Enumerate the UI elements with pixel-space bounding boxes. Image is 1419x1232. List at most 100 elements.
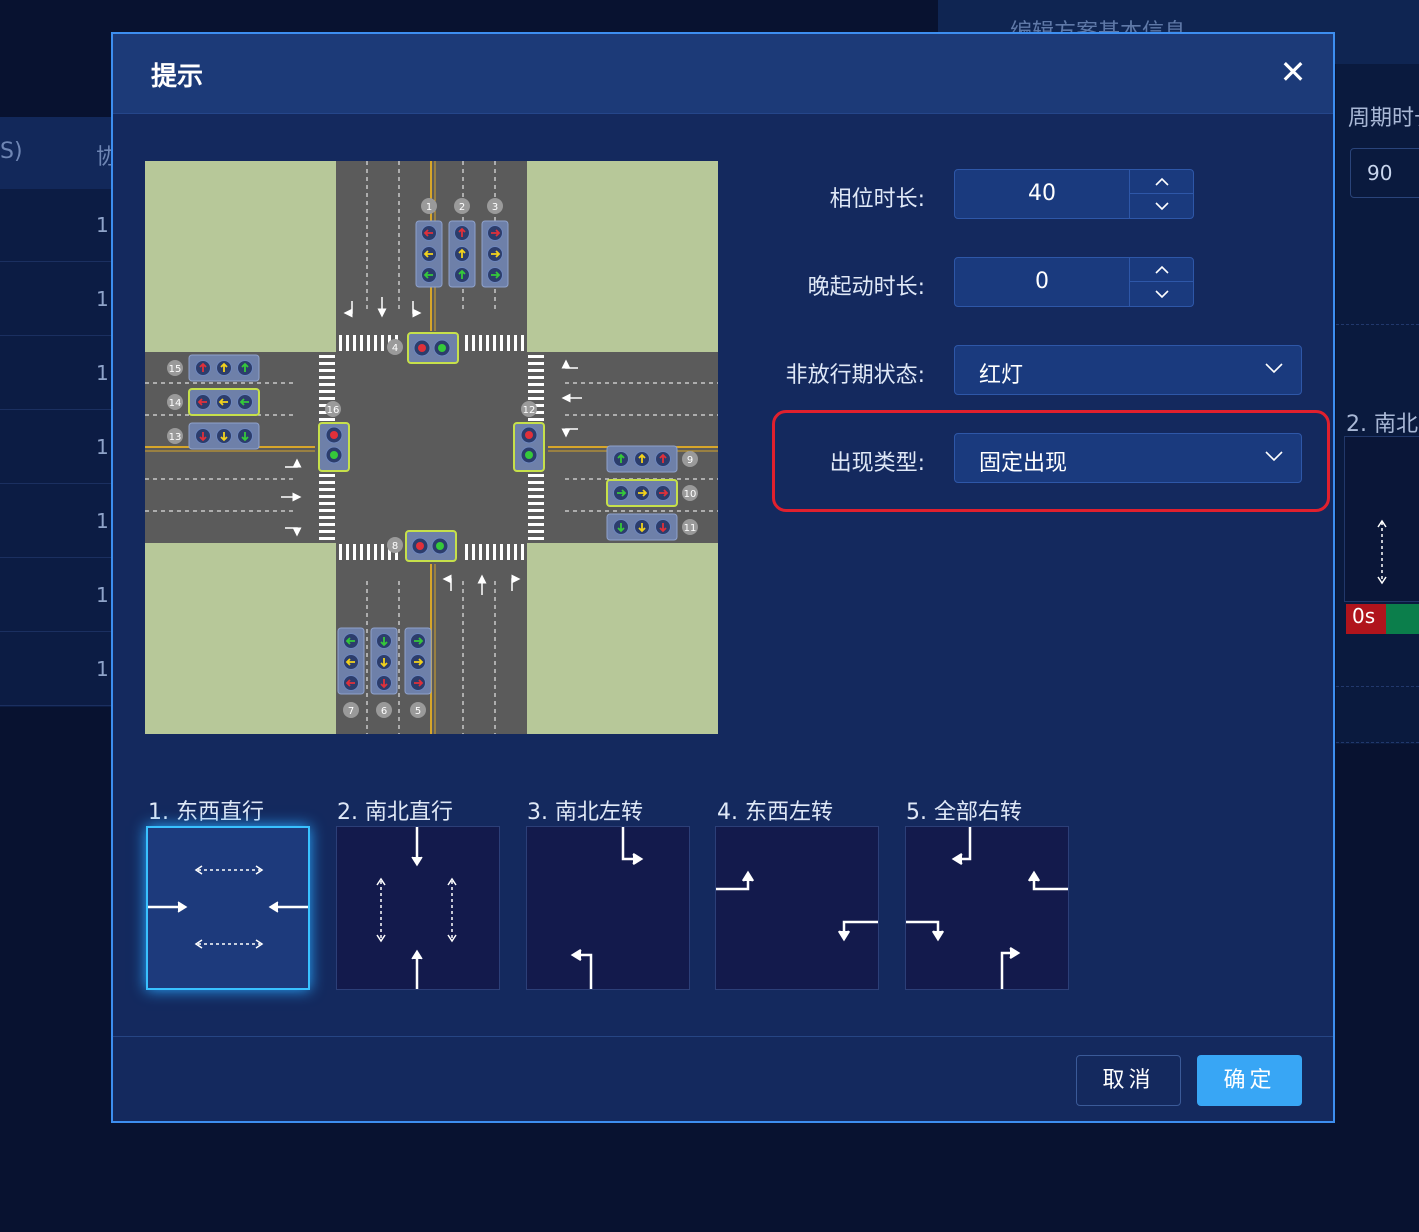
svg-text:16: 16 (327, 405, 340, 416)
phase-label-2: 2. 南北直行 (337, 800, 453, 825)
bidirectional-arrow-icon (1377, 519, 1387, 585)
signal-head (318, 422, 350, 472)
signal-head (407, 332, 459, 364)
signal-head (188, 388, 260, 416)
signal-number-badge: 7 (343, 702, 359, 718)
signal-number-badge: 6 (376, 702, 392, 718)
chevron-down-icon (1265, 363, 1283, 374)
dialog-title: 提示 (151, 62, 204, 92)
signal-number-badge: 10 (682, 485, 698, 501)
intersection-diagram: 1 2 3 7 6 5 15 14 13 9 10 11 4 8 16 12 (145, 161, 718, 734)
signal-number-badge: 3 (487, 198, 503, 214)
phase-label-1: 1. 东西直行 (148, 800, 264, 825)
phase-card-east-west-straight[interactable] (146, 826, 310, 990)
phase-duration-value[interactable]: 40 (955, 181, 1129, 206)
appearance-type-row: 出现类型: 固定出现 (753, 433, 1313, 485)
north-south-left-turn-arrows-icon (570, 827, 644, 989)
phase-time-badge: 0s (1346, 604, 1386, 634)
phase-duration-label: 相位时长: (829, 187, 925, 212)
stepper-buttons (1129, 258, 1194, 306)
signal-number-badge: 15 (167, 360, 183, 376)
signal-head (513, 422, 545, 472)
divider (1336, 686, 1419, 687)
table-row: 1 (0, 485, 112, 558)
phase-card-north-south-straight[interactable] (336, 826, 500, 990)
signal-number-badge: 13 (167, 428, 183, 444)
signal-number-badge: 4 (387, 339, 403, 355)
north-south-straight-arrows-icon (376, 827, 457, 989)
signal-number-badge: 9 (682, 451, 698, 467)
signal-head (606, 479, 678, 507)
chevron-up-icon[interactable] (1130, 258, 1194, 282)
table-row: 1 (0, 411, 112, 484)
non-release-state-select[interactable]: 红灯 (954, 345, 1302, 395)
svg-text:8: 8 (392, 541, 398, 552)
appearance-type-label: 出现类型: (829, 451, 925, 476)
grass-corner (527, 543, 718, 734)
intersection-canvas: 1 2 37 6 5151413910114816 12 (145, 161, 718, 734)
phase-label-4: 4. 东西左转 (717, 800, 833, 825)
cancel-button[interactable]: 取消 (1076, 1055, 1181, 1106)
chevron-down-icon[interactable] (1130, 194, 1194, 218)
svg-text:15: 15 (169, 364, 182, 375)
dialog-header: 提示 ✕ (113, 34, 1333, 114)
svg-text:3: 3 (492, 202, 498, 213)
confirm-button[interactable]: 确定 (1197, 1055, 1302, 1106)
phase-card-thumbnail[interactable] (1344, 436, 1419, 602)
table-cell: 1 (96, 435, 109, 459)
chevron-up-icon[interactable] (1130, 170, 1194, 194)
signal-number-badge: 2 (454, 198, 470, 214)
svg-text:13: 13 (169, 432, 182, 443)
green-bar (1386, 604, 1419, 634)
late-start-stepper[interactable]: 0 (954, 257, 1194, 307)
close-icon[interactable]: ✕ (1275, 54, 1311, 90)
svg-text:9: 9 (687, 455, 693, 466)
chevron-down-icon[interactable] (1130, 282, 1194, 306)
signal-head (188, 422, 260, 450)
table-cell: 1 (96, 213, 109, 237)
svg-text:6: 6 (381, 706, 387, 717)
signal-head (370, 627, 398, 695)
cycle-input[interactable]: 90 (1350, 148, 1419, 198)
appearance-type-value: 固定出现 (979, 451, 1068, 476)
table-row: 1 (0, 559, 112, 632)
phase-duration-stepper[interactable]: 40 (954, 169, 1194, 219)
svg-text:7: 7 (348, 706, 354, 717)
all-right-turn-arrows-icon (906, 827, 1068, 989)
table-row: 1 (0, 189, 112, 262)
late-start-label: 晚起动时长: (807, 275, 925, 300)
signal-number-badge: 16 (325, 401, 341, 417)
phase-card-label: 2. 南北直行 (1346, 412, 1419, 437)
signal-head (337, 627, 365, 695)
appearance-type-select[interactable]: 固定出现 (954, 433, 1302, 483)
table-cell: 1 (96, 361, 109, 385)
grass-corner (145, 543, 336, 734)
signal-number-badge: 14 (167, 394, 183, 410)
phase-label-5: 5. 全部右转 (906, 800, 1022, 825)
svg-text:12: 12 (523, 405, 536, 416)
phase-duration-row: 相位时长: 40 (753, 169, 1313, 221)
phase-card-all-right-turn[interactable] (905, 826, 1069, 990)
background-header-fragment: S) (0, 139, 23, 164)
stepper-buttons (1129, 170, 1194, 218)
cycle-value: 90 (1367, 161, 1393, 185)
background-right-panel: 周期时长 90 2. 南北直行 0s (1336, 64, 1419, 744)
grass-corner (527, 161, 718, 352)
east-west-left-turn-arrows-icon (716, 870, 878, 942)
signal-head (481, 220, 509, 288)
signal-number-badge: 1 (421, 198, 437, 214)
svg-text:5: 5 (415, 706, 421, 717)
svg-text:10: 10 (684, 489, 697, 500)
late-start-value[interactable]: 0 (955, 269, 1129, 294)
table-cell: 1 (96, 509, 109, 533)
phase-card-east-west-left[interactable] (715, 826, 879, 990)
svg-text:4: 4 (392, 343, 398, 354)
table-row: 1 (0, 263, 112, 336)
signal-head (606, 445, 678, 473)
divider (1336, 324, 1419, 325)
table-row: 1 (0, 633, 112, 706)
signal-head (415, 220, 443, 288)
signal-head (405, 530, 457, 562)
phase-card-north-south-left[interactable] (526, 826, 690, 990)
svg-text:2: 2 (459, 202, 465, 213)
